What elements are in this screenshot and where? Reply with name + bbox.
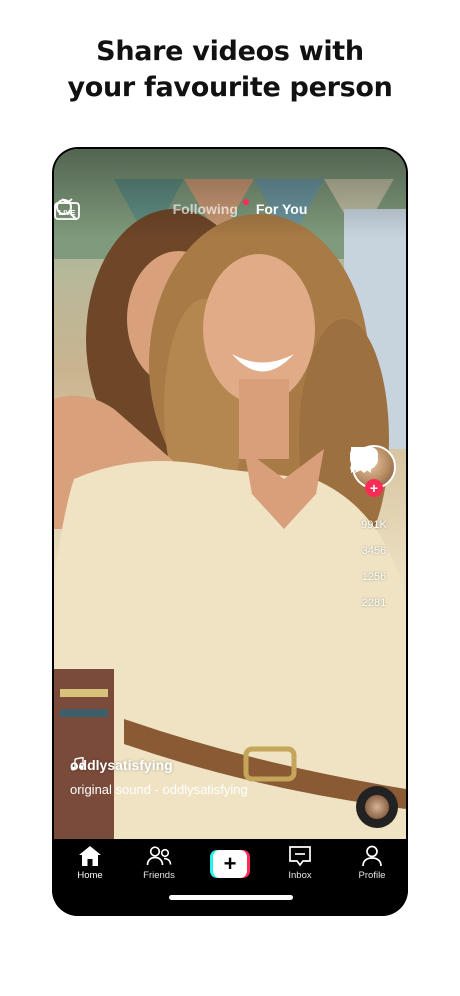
sound-name: original sound - oddlysatisfying bbox=[70, 782, 248, 797]
nav-inbox-label: Inbox bbox=[288, 870, 312, 881]
nav-home-label: Home bbox=[77, 870, 103, 881]
nav-friends-label: Friends bbox=[143, 870, 175, 881]
save-button[interactable]: 1256 bbox=[348, 447, 400, 583]
create-plus-icon: + bbox=[213, 850, 247, 878]
music-disc-button[interactable] bbox=[356, 786, 398, 828]
action-rail: + 991K 3456 1256 2281 bbox=[348, 445, 400, 623]
home-indicator[interactable] bbox=[169, 895, 293, 900]
notification-dot bbox=[242, 199, 249, 205]
phone-frame: LIVE Following For You + 991K 3456 1256 … bbox=[52, 147, 408, 916]
promo-headline: Share videos with your favourite person bbox=[0, 34, 460, 106]
share-count: 2281 bbox=[361, 597, 387, 609]
creator-username[interactable]: oddlysatisfying bbox=[70, 757, 350, 773]
share-arrow-icon bbox=[350, 447, 378, 470]
headline-line-2: your favourite person bbox=[67, 72, 393, 103]
comment-button[interactable]: 3456 bbox=[348, 447, 400, 557]
music-disc-cover bbox=[365, 795, 389, 819]
video-caption: oddlysatisfying original sound - oddlysa… bbox=[70, 757, 350, 797]
nav-profile[interactable]: Profile bbox=[342, 845, 402, 881]
headline-line-1: Share videos with bbox=[96, 36, 364, 67]
feed-tabs: Following For You bbox=[150, 199, 330, 217]
nav-profile-label: Profile bbox=[358, 870, 386, 881]
save-count: 1256 bbox=[361, 571, 387, 583]
friends-icon bbox=[146, 846, 172, 866]
search-icon[interactable] bbox=[54, 197, 78, 221]
bottom-nav: Home Friends + Inbox Profile bbox=[52, 839, 408, 916]
follow-plus-icon[interactable]: + bbox=[365, 479, 383, 497]
nav-home[interactable]: Home bbox=[60, 845, 120, 881]
like-button[interactable]: 991K bbox=[348, 447, 400, 531]
top-gradient bbox=[54, 149, 406, 239]
inbox-icon bbox=[289, 846, 311, 867]
tab-following-label: Following bbox=[172, 201, 238, 217]
comment-count: 3456 bbox=[361, 545, 387, 557]
top-bar: LIVE Following For You bbox=[54, 197, 406, 225]
share-button[interactable]: 2281 bbox=[348, 447, 400, 609]
music-note-icon bbox=[70, 757, 84, 771]
home-icon bbox=[79, 846, 101, 866]
nav-inbox[interactable]: Inbox bbox=[270, 845, 330, 881]
tab-for-you[interactable]: For You bbox=[256, 201, 308, 217]
profile-icon bbox=[362, 845, 382, 867]
tab-following[interactable]: Following bbox=[172, 199, 249, 217]
nav-friends[interactable]: Friends bbox=[129, 845, 189, 881]
create-button[interactable]: + bbox=[210, 850, 250, 878]
sound-row[interactable]: original sound - oddlysatisfying bbox=[70, 757, 350, 797]
like-count: 991K bbox=[361, 519, 387, 531]
video-feed[interactable]: LIVE Following For You + 991K 3456 1256 … bbox=[54, 149, 406, 839]
